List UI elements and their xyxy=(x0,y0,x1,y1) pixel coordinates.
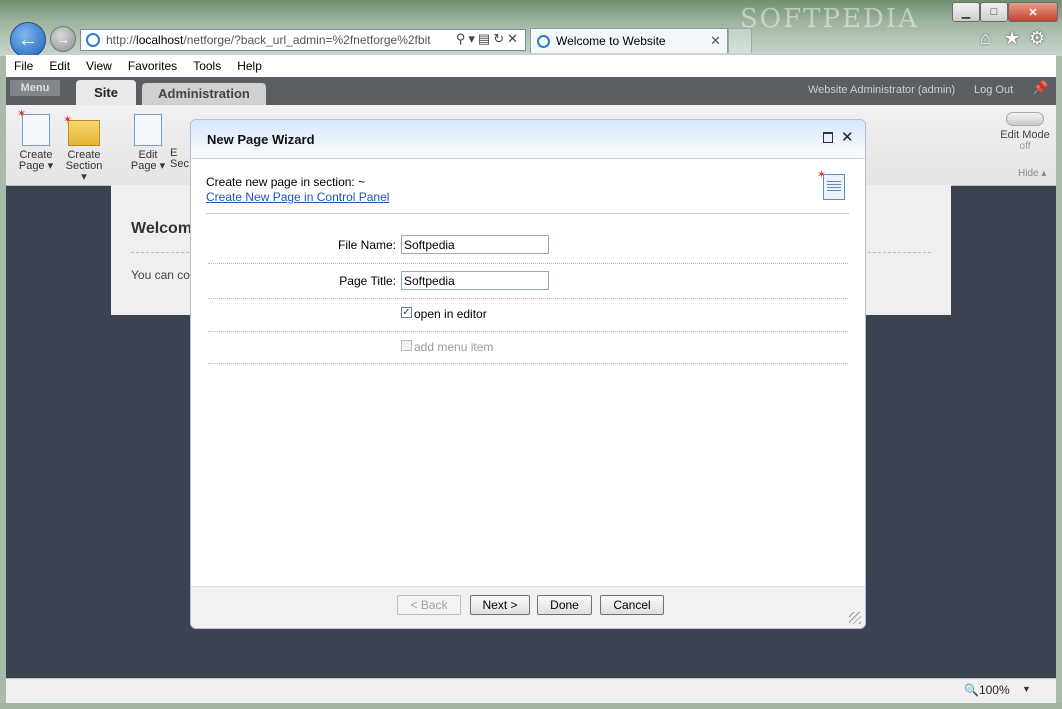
pin-icon[interactable]: 📌 xyxy=(1032,80,1048,96)
file-name-input[interactable] xyxy=(401,235,549,254)
open-in-editor-label[interactable]: open in editor xyxy=(414,307,487,321)
edit-page-button[interactable]: Edit Page ▾ xyxy=(126,114,170,172)
close-icon[interactable]: ✕ xyxy=(841,128,854,146)
address-host: localhost xyxy=(136,33,184,47)
maximize-icon[interactable] xyxy=(823,132,833,143)
address-prefix: http:// xyxy=(106,33,137,47)
maximize-button[interactable]: □ xyxy=(980,2,1008,22)
close-window-button[interactable]: ✕ xyxy=(1008,2,1058,22)
close-tab-icon[interactable]: ✕ xyxy=(710,33,721,49)
menu-favorites[interactable]: Favorites xyxy=(126,59,179,73)
menu-view[interactable]: View xyxy=(84,59,114,73)
section-info: Create new page in section: ~ xyxy=(206,175,366,189)
zoom-control[interactable]: 🔍100% xyxy=(964,683,1010,697)
page-heading: Welcom xyxy=(131,220,193,237)
row-divider xyxy=(208,363,848,364)
new-tab-button[interactable] xyxy=(728,28,752,53)
toggle-switch[interactable] xyxy=(1006,112,1044,126)
menu-help[interactable]: Help xyxy=(235,59,264,73)
edit-mode-state: off xyxy=(1019,141,1031,152)
resize-grip-icon[interactable] xyxy=(849,612,861,624)
next-button[interactable]: Next > xyxy=(470,595,530,615)
status-bar xyxy=(6,678,1056,704)
row-divider xyxy=(208,263,848,264)
browser-tab[interactable]: Welcome to Website ✕ xyxy=(530,28,728,53)
zoom-icon: 🔍 xyxy=(964,683,979,697)
control-panel-link[interactable]: Create New Page in Control Panel xyxy=(206,190,389,204)
page-icon: ✶ xyxy=(17,109,50,146)
menu-file[interactable]: File xyxy=(12,59,35,73)
minimize-button[interactable]: ▁ xyxy=(952,2,980,22)
new-page-icon xyxy=(823,174,845,200)
ie-icon xyxy=(86,33,100,47)
page-text: You can co xyxy=(131,268,190,282)
refresh-icon[interactable]: ↻ xyxy=(493,31,507,46)
ie-icon xyxy=(537,34,550,48)
gear-icon[interactable]: ⚙ xyxy=(1029,28,1045,49)
file-name-label: File Name: xyxy=(337,238,396,252)
address-tools[interactable]: ⚲▾▤↻✕ xyxy=(456,31,521,47)
create-page-button[interactable]: ✶ Create Page ▾ xyxy=(14,109,58,172)
arrow-left-icon: ← xyxy=(18,28,38,51)
zoom-level: 100% xyxy=(978,683,1010,697)
forward-button[interactable]: → xyxy=(50,26,76,52)
done-button[interactable]: Done xyxy=(537,595,592,615)
dropdown-icon[interactable]: ▾ xyxy=(468,31,478,46)
window-frame-bottom xyxy=(0,703,1062,709)
folder-icon: ✶ xyxy=(63,115,100,146)
add-menu-item-label[interactable]: add menu item xyxy=(414,340,493,354)
address-bar[interactable]: http://localhost/netforge/?back_url_admi… xyxy=(80,29,526,51)
back-button[interactable]: < Back xyxy=(397,595,461,615)
open-in-editor-checkbox[interactable]: ✓ xyxy=(401,307,412,318)
back-button[interactable]: ← xyxy=(10,22,46,58)
menu-edit[interactable]: Edit xyxy=(47,59,72,73)
row-divider xyxy=(208,298,848,299)
row-divider xyxy=(208,331,848,332)
tab-title: Welcome to Website xyxy=(556,34,666,48)
watermark: SOFTPEDIA xyxy=(740,4,919,34)
edit-page-label-2: Page ▾ xyxy=(130,160,166,172)
home-icon[interactable]: ⌂ xyxy=(980,28,991,49)
tab-administration[interactable]: Administration xyxy=(142,83,266,105)
new-page-wizard-dialog: New Page Wizard ✕ Create new page in sec… xyxy=(191,120,865,628)
user-info[interactable]: Website Administrator (admin) xyxy=(808,84,955,96)
favorites-star-icon[interactable]: ★ xyxy=(1004,28,1020,49)
hide-ribbon-link[interactable]: Hide ▴ xyxy=(1018,168,1046,179)
window-frame-right xyxy=(1056,56,1062,706)
edit-page-icon xyxy=(134,114,162,146)
arrow-right-icon: → xyxy=(56,31,70,47)
address-path: /netforge/?back_url_admin=%2fnetforge%2f… xyxy=(183,33,431,47)
cms-menu-button[interactable]: Menu xyxy=(10,80,60,96)
page-title-label: Page Title: xyxy=(339,274,396,288)
cancel-button[interactable]: Cancel xyxy=(600,595,664,615)
zoom-dropdown-icon[interactable]: ▼ xyxy=(1022,684,1031,694)
create-page-label-2: Page ▾ xyxy=(18,160,54,172)
logout-link[interactable]: Log Out xyxy=(974,84,1013,96)
add-menu-item-checkbox[interactable] xyxy=(401,340,412,351)
tab-site[interactable]: Site xyxy=(76,80,136,105)
edit-mode-toggle[interactable]: Edit Mode off xyxy=(996,112,1054,152)
create-section-label-2: Section ▾ xyxy=(65,160,103,183)
page-title-input[interactable] xyxy=(401,271,549,290)
menu-tools[interactable]: Tools xyxy=(191,59,223,73)
menu-bar: File Edit View Favorites Tools Help xyxy=(6,55,1056,78)
search-icon[interactable]: ⚲ xyxy=(456,31,469,46)
edit-section-label-2: Sec xyxy=(170,158,189,170)
address-text[interactable]: http://localhost/netforge/?back_url_admi… xyxy=(106,33,431,47)
stop-icon[interactable]: ✕ xyxy=(507,31,521,46)
dialog-title: New Page Wizard xyxy=(207,132,315,147)
create-section-button[interactable]: ✶ Create Section ▾ xyxy=(62,114,106,183)
edit-mode-label: Edit Mode xyxy=(1000,129,1050,141)
compat-icon[interactable]: ▤ xyxy=(478,31,493,46)
divider xyxy=(206,213,849,214)
edit-section-button[interactable]: E Sec xyxy=(170,114,192,170)
